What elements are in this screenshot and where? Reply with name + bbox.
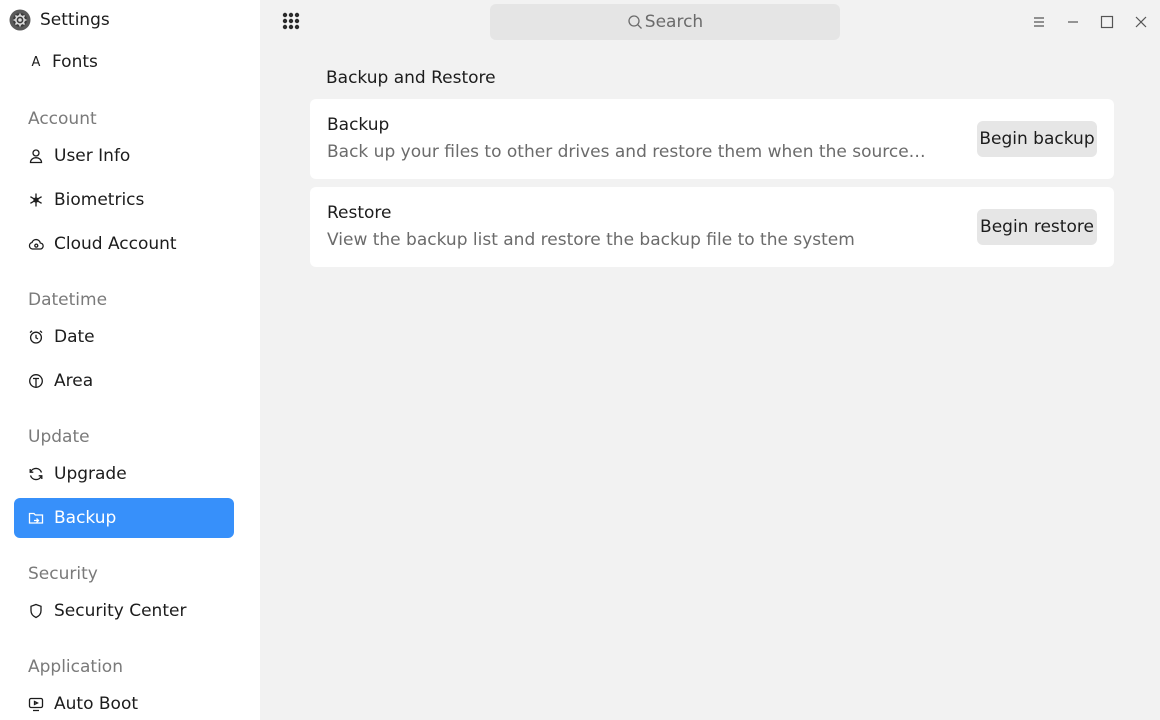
group-label-security: Security [28,564,98,584]
sidebar-item-upgrade[interactable]: Upgrade [14,454,234,494]
sidebar-item-label: User Info [54,146,131,166]
card-description: Back up your files to other drives and r… [327,142,927,162]
maximize-button[interactable] [1097,12,1117,32]
card-description: View the backup list and restore the bac… [327,230,855,250]
globe-icon [28,373,44,389]
font-icon: A [31,54,41,70]
sidebar-item-biometrics[interactable]: Biometrics [14,180,234,220]
settings-gear-icon [9,9,31,31]
search-placeholder: Search [644,12,704,32]
sidebar-item-auto-boot[interactable]: Auto Boot [14,684,234,720]
sidebar-item-fonts[interactable]: A Fonts [28,52,98,72]
button-label: Begin restore [980,217,1094,237]
app-header: Settings [0,0,260,44]
alarm-clock-icon [28,329,44,345]
group-label-update: Update [28,427,90,447]
button-label: Begin backup [979,129,1095,149]
begin-backup-button[interactable]: Begin backup [977,121,1097,157]
apps-grid-icon[interactable] [280,10,302,32]
maximize-icon [1100,15,1114,29]
close-icon [1135,16,1147,28]
backup-folder-icon [28,510,44,526]
restore-card: Restore View the backup list and restore… [310,187,1114,267]
search-input[interactable]: Search [490,4,840,40]
sidebar-item-label: Upgrade [54,464,127,484]
close-button[interactable] [1131,12,1151,32]
sidebar-item-label: Biometrics [54,190,145,210]
sidebar-item-user-info[interactable]: User Info [14,136,234,176]
minimize-button[interactable] [1063,12,1083,32]
menu-button[interactable] [1029,12,1049,32]
sidebar-item-cloud-account[interactable]: Cloud Account [14,224,234,264]
backup-card: Backup Back up your files to other drive… [310,99,1114,179]
sidebar-item-label: Area [54,371,94,391]
sidebar-item-backup[interactable]: Backup [14,498,234,538]
sidebar-item-label: Backup [54,508,117,528]
group-label-account: Account [28,109,97,129]
sidebar-item-date[interactable]: Date [14,317,234,357]
refresh-icon [28,466,44,482]
menu-icon [1034,17,1044,27]
sidebar-item-security-center[interactable]: Security Center [14,591,234,631]
sidebar-item-label: Security Center [54,601,187,621]
card-title: Restore [327,203,392,223]
sidebar-item-area[interactable]: Area [14,361,234,401]
page-title: Backup and Restore [326,68,496,88]
biometrics-icon [28,192,44,208]
minimize-icon [1068,21,1078,23]
sidebar-item-label: Auto Boot [54,694,139,714]
autoboot-icon [28,696,44,712]
sidebar-item-label: Date [54,327,95,347]
user-icon [28,148,44,164]
shield-icon [28,603,44,619]
card-title: Backup [327,115,390,135]
app-title: Settings [40,10,110,30]
sidebar: A Fonts Settings Account User Info Biome… [0,0,260,720]
sidebar-item-label: Fonts [52,52,98,72]
search-icon [628,15,642,29]
begin-restore-button[interactable]: Begin restore [977,209,1097,245]
group-label-datetime: Datetime [28,290,108,310]
cloud-icon [28,236,44,252]
sidebar-item-label: Cloud Account [54,234,177,254]
group-label-application: Application [28,657,123,677]
